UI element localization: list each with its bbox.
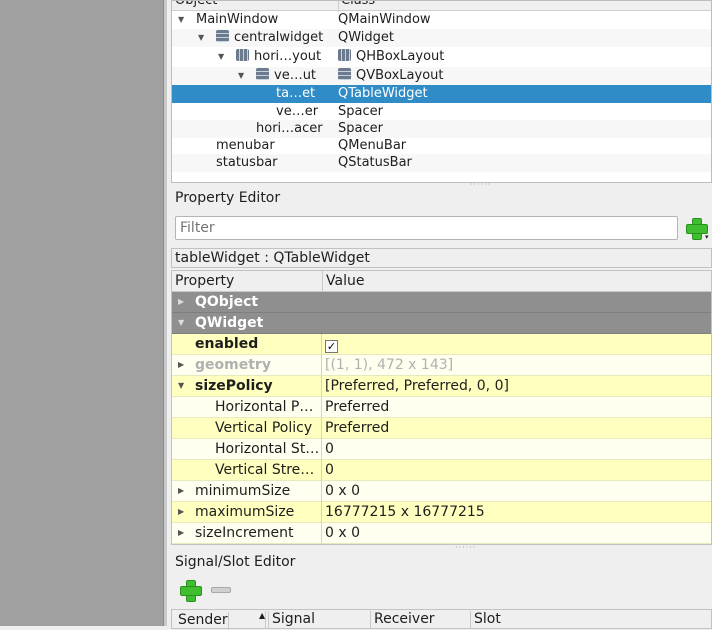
property-name: minimumSize: [195, 483, 291, 499]
dropdown-arrow-icon[interactable]: ▾: [705, 233, 709, 241]
property-table-header: Property Value: [172, 271, 711, 292]
property-value[interactable]: 0 x 0: [325, 481, 360, 501]
expand-arrow-icon[interactable]: ▼: [198, 29, 204, 47]
property-value: [(1, 1), 472 x 143]: [325, 357, 454, 373]
column-header-value[interactable]: Value: [322, 271, 364, 292]
object-name: ve…er: [276, 104, 319, 119]
tree-row-mainwindow[interactable]: ▼ MainWindow QMainWindow: [172, 11, 711, 29]
object-name: hori…acer: [256, 121, 323, 136]
dock-splitter[interactable]: [163, 0, 167, 626]
vbox-layout-icon: [256, 68, 269, 80]
object-name: menubar: [216, 138, 275, 153]
property-row-minimumsize[interactable]: ▶ minimumSize 0 x 0: [172, 481, 711, 502]
object-name: ta…et: [276, 86, 316, 101]
property-row-enabled[interactable]: enabled ✓: [172, 334, 711, 355]
property-row-horizontal-stretch[interactable]: Horizontal St… 0: [172, 439, 711, 460]
enabled-checkbox[interactable]: ✓: [325, 340, 338, 353]
object-class: QMainWindow: [338, 12, 431, 27]
expand-arrow-icon[interactable]: ▼: [178, 11, 184, 29]
object-class: QStatusBar: [338, 155, 412, 170]
column-header-object[interactable]: Object: [175, 1, 217, 8]
object-name: statusbar: [216, 155, 278, 170]
tree-row-centralwidget[interactable]: ▼ centralwidget QWidget: [172, 29, 711, 47]
object-class: QMenuBar: [338, 138, 407, 153]
resize-grip[interactable]: ······: [470, 180, 491, 189]
object-class: QHBoxLayout: [356, 49, 445, 64]
property-name: geometry: [195, 357, 271, 373]
column-header-property[interactable]: Property: [175, 271, 234, 292]
property-name: QObject: [195, 294, 259, 310]
property-name: Vertical Stre…: [215, 462, 315, 478]
sort-ascending-icon: ▲: [256, 611, 267, 629]
expand-arrow-icon[interactable]: ▼: [238, 67, 244, 85]
hbox-layout-icon: [236, 49, 249, 61]
property-table[interactable]: Property Value ▶ QObject ▼ QWidget enabled…: [171, 270, 712, 545]
object-name: ve…ut: [274, 68, 317, 83]
tree-row-tablewidget[interactable]: ta…et QTableWidget: [172, 85, 711, 103]
object-name: centralwidget: [234, 30, 324, 45]
tree-row-horizontal-spacer[interactable]: hori…acer Spacer: [172, 120, 711, 138]
property-row-sizeincrement[interactable]: ▶ sizeIncrement 0 x 0: [172, 523, 711, 544]
property-row-vertical-policy[interactable]: Vertical Policy Preferred: [172, 418, 711, 439]
vbox-layout-icon: [216, 30, 229, 42]
property-name: maximumSize: [195, 504, 295, 520]
object-name: hori…yout: [254, 49, 322, 64]
property-name: sizePolicy: [195, 378, 273, 394]
add-connection-button[interactable]: [179, 579, 202, 602]
column-header-signal[interactable]: Signal: [269, 611, 371, 629]
object-class: QTableWidget: [338, 86, 428, 101]
column-header-receiver[interactable]: Receiver: [371, 611, 471, 629]
property-row-maximumsize[interactable]: ▶ maximumSize 16777215 x 16777215: [172, 502, 711, 523]
property-value[interactable]: 0: [325, 460, 334, 480]
property-value[interactable]: Preferred: [325, 418, 389, 438]
property-value[interactable]: 0: [325, 439, 334, 459]
object-inspector-tree[interactable]: Object Class ▼ MainWindow QMainWindow ▼ …: [171, 0, 712, 183]
selected-object-label: tableWidget : QTableWidget: [171, 248, 712, 268]
remove-connection-button[interactable]: [211, 587, 231, 593]
vbox-layout-icon: [338, 68, 351, 80]
tree-row-vertical-spacer[interactable]: ve…er Spacer: [172, 103, 711, 121]
form-canvas-area: [0, 0, 163, 626]
property-row-sizepolicy[interactable]: ▼ sizePolicy [Preferred, Preferred, 0, 0]: [172, 376, 711, 397]
column-header-slot[interactable]: Slot: [471, 611, 711, 629]
property-value[interactable]: [Preferred, Preferred, 0, 0]: [325, 376, 509, 396]
tree-row-menubar[interactable]: menubar QMenuBar: [172, 137, 711, 155]
property-value[interactable]: Preferred: [325, 397, 389, 417]
column-header-sender[interactable]: Sender ▲: [172, 611, 269, 630]
hbox-layout-icon: [338, 49, 351, 61]
property-name: QWidget: [195, 315, 264, 331]
property-group-qwidget[interactable]: ▼ QWidget: [172, 313, 711, 334]
object-name: MainWindow: [196, 12, 279, 27]
property-row-vertical-stretch[interactable]: Vertical Stre… 0: [172, 460, 711, 481]
tree-row-horizontal-layout[interactable]: ▼ hori…yout QHBoxLayout: [172, 48, 711, 66]
property-name: Vertical Policy: [215, 420, 313, 436]
object-class: QVBoxLayout: [356, 68, 444, 83]
property-value[interactable]: 16777215 x 16777215: [325, 502, 485, 522]
property-row-geometry[interactable]: ▶ geometry [(1, 1), 472 x 143]: [172, 355, 711, 376]
property-name: Horizontal P…: [215, 399, 314, 415]
property-value[interactable]: 0 x 0: [325, 523, 360, 543]
property-row-horizontal-policy[interactable]: Horizontal P… Preferred: [172, 397, 711, 418]
tree-row-vertical-layout[interactable]: ▼ ve…ut QVBoxLayout: [172, 67, 711, 85]
add-dynamic-property-button[interactable]: [685, 217, 708, 240]
object-class: Spacer: [338, 121, 383, 136]
tree-row-statusbar[interactable]: statusbar QStatusBar: [172, 154, 711, 172]
signal-slot-table-header[interactable]: Sender ▲ Signal Receiver Slot: [171, 609, 712, 630]
resize-grip[interactable]: ······: [455, 543, 476, 552]
object-class: Spacer: [338, 104, 383, 119]
property-name: Horizontal St…: [215, 441, 320, 457]
signal-slot-editor-title: Signal/Slot Editor: [175, 554, 296, 570]
property-name: sizeIncrement: [195, 525, 294, 541]
expand-arrow-icon[interactable]: ▼: [218, 48, 224, 66]
property-name: enabled: [195, 336, 259, 352]
property-group-qobject[interactable]: ▶ QObject: [172, 292, 711, 313]
header-label: Sender: [175, 612, 229, 630]
property-filter-input[interactable]: [175, 216, 678, 240]
object-class: QWidget: [338, 30, 395, 45]
property-editor-title: Property Editor: [175, 190, 281, 206]
object-inspector-header: Object Class: [172, 1, 711, 12]
